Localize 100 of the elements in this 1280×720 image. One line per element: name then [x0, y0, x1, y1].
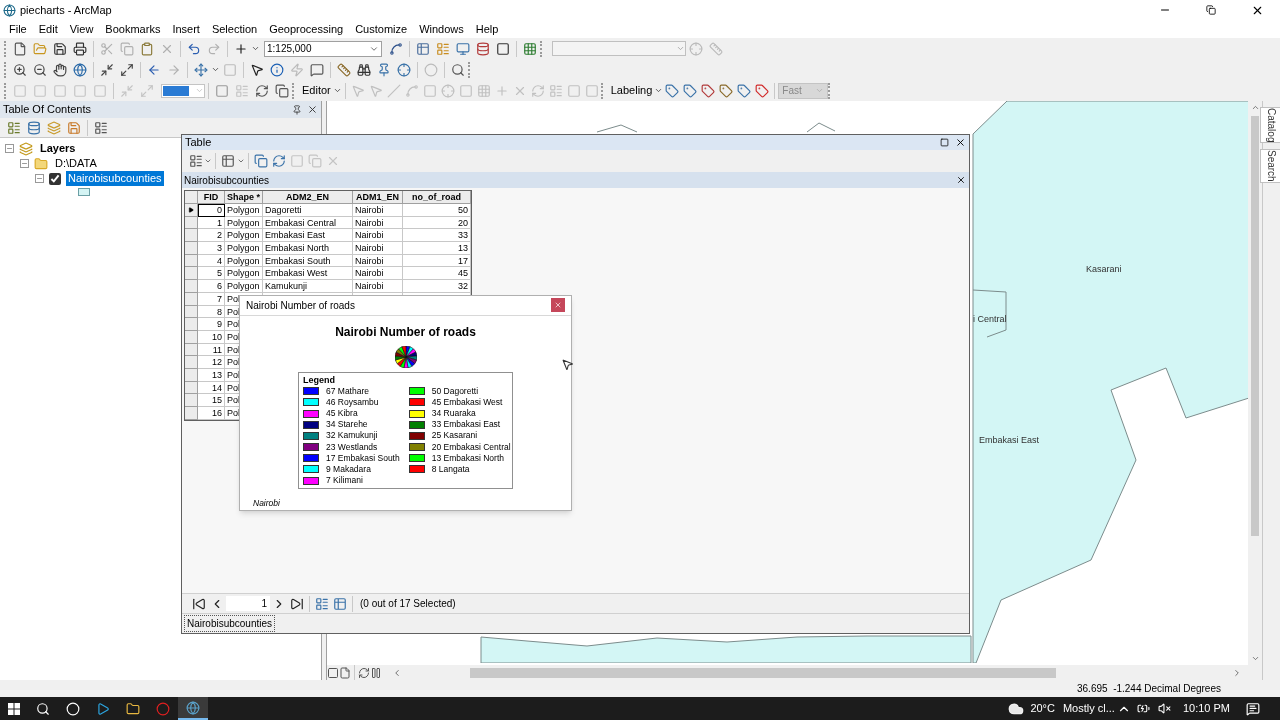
- layer-tab-title: Nairobisubcounties: [184, 173, 270, 188]
- legend-label: 25 Kasarani: [431, 430, 478, 442]
- table-cell: 4: [198, 254, 225, 268]
- column-header[interactable]: ADM2_EN: [263, 191, 353, 204]
- table-cell: Dagoretti: [263, 204, 353, 217]
- legend-label: 67 Mathare: [326, 385, 369, 397]
- legend-title: Legend: [303, 373, 336, 386]
- menu-item[interactable]: Selection: [205, 21, 264, 37]
- menu-item[interactable]: Geoprocessing: [263, 21, 350, 37]
- table-cell: 3: [198, 242, 225, 255]
- chart-title: Nairobi Number of roads: [335, 323, 476, 341]
- side-tab[interactable]: Catalog: [1260, 107, 1280, 144]
- table-cell: 5: [198, 267, 225, 281]
- map-label: Kasarani: [1086, 263, 1122, 276]
- table-cell: Embakasi West: [263, 267, 353, 281]
- panel-title: Table Of Contents: [3, 102, 92, 118]
- record-number-field[interactable]: 1: [226, 596, 270, 611]
- legend-label: 33 Embakasi East: [431, 419, 501, 431]
- table-cell: Nairobi: [353, 254, 403, 268]
- editor-menu[interactable]: Editor: [302, 82, 342, 99]
- table-cell: 2: [198, 229, 225, 243]
- table-cell: 0: [198, 204, 225, 217]
- legend-label: 20 Embakasi Central: [431, 441, 511, 453]
- table-cell: 10: [198, 330, 225, 344]
- table-cell: Nairobi: [353, 280, 403, 293]
- table-cell: Polygon: [225, 216, 263, 230]
- menu-item[interactable]: View: [63, 21, 100, 37]
- legend-label: 23 Westlands: [326, 441, 378, 453]
- table-cell: 17: [403, 254, 471, 268]
- table-cell: Embakasi South: [263, 254, 353, 268]
- menu-item[interactable]: File: [3, 21, 33, 37]
- table-cell: 32: [403, 280, 471, 293]
- legend-label: 45 Embakasi West: [431, 396, 503, 408]
- table-cell: Nairobi: [353, 216, 403, 230]
- menu-item[interactable]: Help: [469, 21, 505, 37]
- temperature-text: 20°C: [1030, 701, 1055, 717]
- table-cell: 11: [198, 343, 225, 357]
- table-cell: 15: [198, 394, 225, 407]
- menu-item[interactable]: Bookmarks: [99, 21, 167, 37]
- column-header[interactable]: no_of_road: [403, 191, 471, 204]
- legend-label: 50 Dagoretti: [431, 385, 479, 397]
- window-title: Table: [185, 135, 212, 151]
- legend-label: 34 Ruaraka: [431, 408, 476, 420]
- clock-text[interactable]: 10:10 PM: [1182, 700, 1230, 717]
- coordinates-text: 36.695 -1.244 Decimal Degrees: [1077, 682, 1221, 696]
- table-cell: Polygon: [225, 204, 263, 217]
- column-header[interactable]: FID: [198, 191, 225, 204]
- table-cell: Nairobi: [353, 204, 403, 217]
- table-cell: Nairobi: [353, 267, 403, 281]
- legend-label: 8 Langata: [431, 463, 470, 475]
- selection-count-text: (0 out of 17 Selected): [360, 597, 456, 611]
- table-cell: Polygon: [225, 280, 263, 293]
- table-cell: 50: [403, 204, 471, 217]
- menu-item[interactable]: Windows: [413, 21, 470, 37]
- map-label: Embakasi East: [979, 434, 1040, 447]
- labeling-menu[interactable]: Labeling: [610, 82, 664, 99]
- legend-label: 45 Kibra: [326, 408, 358, 420]
- column-header[interactable]: Shape *: [225, 191, 263, 204]
- menu-item[interactable]: Edit: [32, 21, 64, 37]
- table-cell: 1: [198, 216, 225, 230]
- legend-label: 7 Kilimani: [326, 475, 363, 487]
- table-cell: 7: [198, 292, 225, 306]
- table-cell: Embakasi East: [263, 229, 353, 243]
- table-cell: Embakasi Central: [263, 216, 353, 230]
- table-cell: Nairobi: [353, 242, 403, 255]
- column-header[interactable]: ADM1_EN: [353, 191, 403, 204]
- legend-label: 34 Starehe: [326, 419, 368, 431]
- table-tab[interactable]: Nairobisubcounties: [184, 615, 276, 632]
- table-cell: 13: [198, 368, 225, 382]
- tree-item[interactable]: D:\DATA: [53, 156, 99, 171]
- scale-field[interactable]: 1:125,000: [264, 40, 382, 57]
- table-cell: Nairobi: [353, 229, 403, 243]
- legend-label: 32 Kamukunji: [326, 430, 378, 442]
- table-cell: 20: [403, 216, 471, 230]
- table-cell: 14: [198, 381, 225, 395]
- window-title: piecharts - ArcMap: [20, 2, 112, 18]
- tree-item[interactable]: Nairobisubcounties: [66, 171, 164, 186]
- tree-item[interactable]: Layers: [38, 141, 78, 156]
- table-cell: 16: [198, 407, 225, 420]
- side-tab[interactable]: Search: [1260, 149, 1280, 184]
- menu-item[interactable]: Customize: [349, 21, 414, 37]
- table-cell: 33: [403, 229, 471, 243]
- table-cell: 12: [198, 356, 225, 369]
- menu-item[interactable]: Insert: [166, 21, 206, 37]
- table-cell: Polygon: [225, 267, 263, 281]
- legend-label: 17 Embakasi South: [326, 452, 400, 464]
- table-cell: 45: [403, 267, 471, 281]
- table-cell: 8: [198, 305, 225, 319]
- weather-text: Mostly cl...: [1062, 701, 1115, 717]
- table-cell: 13: [403, 242, 471, 255]
- table-cell: Polygon: [225, 229, 263, 243]
- table-cell: Kamukunji: [263, 280, 353, 293]
- legend-label: 13 Embakasi North: [431, 452, 504, 464]
- table-cell: Embakasi North: [263, 242, 353, 255]
- table-cell: 6: [198, 280, 225, 293]
- footer-text: Nairobi: [253, 497, 281, 510]
- table-cell: Polygon: [225, 242, 263, 255]
- legend-label: 46 Roysambu: [326, 396, 379, 408]
- map-label: i Central: [973, 313, 1007, 326]
- table-cell: Polygon: [225, 254, 263, 268]
